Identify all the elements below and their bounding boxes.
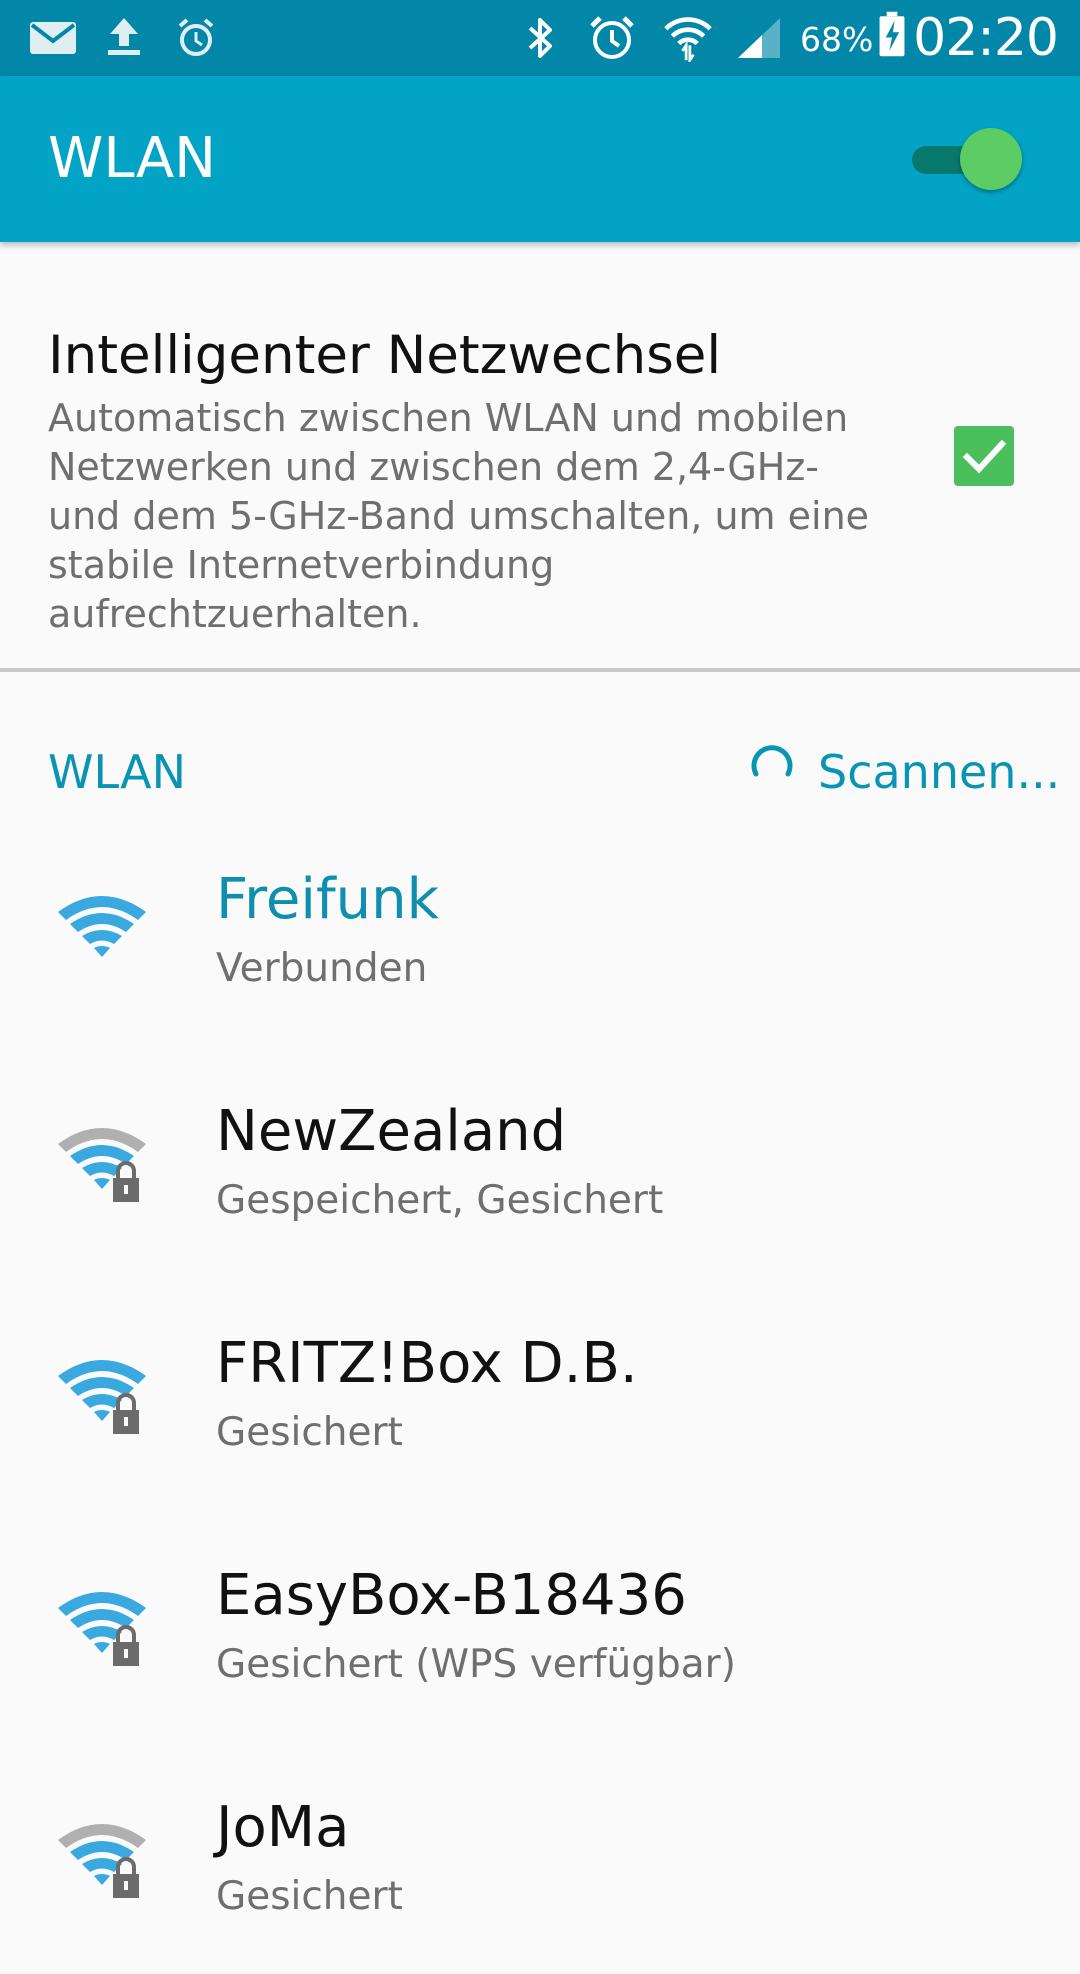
switch-thumb [960, 128, 1022, 190]
network-ssid: Freifunk [216, 867, 440, 932]
network-status: Verbunden [216, 946, 428, 991]
smart-switch-description: Automatisch zwischen WLAN und mobilen Ne… [48, 396, 870, 636]
wifi-locked-icon [58, 1360, 146, 1434]
lock-icon [113, 1625, 139, 1666]
network-item[interactable]: EasyBox-B18436 Gesichert (WPS verfügbar) [0, 1510, 1080, 1742]
status-bar: 68% 02:20 [0, 0, 1080, 76]
network-status: Gesichert [216, 1874, 403, 1919]
networks-section-header: WLAN [48, 745, 187, 799]
section-divider [0, 668, 1080, 672]
mail-icon [30, 22, 76, 54]
upload-icon [108, 18, 140, 55]
wifi-locked-icon [58, 1824, 146, 1898]
network-status: Gespeichert, Gesichert [216, 1178, 664, 1223]
battery-charging-icon [879, 11, 905, 57]
network-ssid: JoMa [216, 1795, 350, 1860]
smart-switch-checkbox[interactable] [954, 426, 1014, 486]
alarm-clock-icon [178, 18, 214, 56]
network-ssid: NewZealand [216, 1099, 567, 1164]
spinner-icon [751, 745, 793, 777]
wifi-locked-icon [58, 1592, 146, 1666]
checkmark-icon [962, 439, 1007, 474]
network-item[interactable]: NewZealand Gespeichert, Gesichert [0, 1046, 1080, 1278]
action-bar: WLAN [0, 76, 1080, 242]
wifi-locked-icon [58, 1128, 146, 1202]
network-status: Gesichert (WPS verfügbar) [216, 1642, 736, 1687]
wifi-status-icon [664, 17, 712, 62]
bluetooth-icon [528, 18, 552, 58]
smart-switch-title: Intelligenter Netzwechsel [48, 325, 722, 386]
smart-network-switch-setting[interactable]: Intelligenter Netzwechsel Automatisch zw… [0, 242, 1080, 668]
lock-icon [113, 1857, 139, 1898]
status-time: 02:20 [913, 8, 1059, 68]
scan-label: Scannen... [818, 745, 1061, 799]
alarm-icon [590, 16, 634, 59]
wlan-toggle-switch[interactable] [908, 124, 1026, 194]
network-item[interactable]: Freifunk Verbunden [0, 814, 1080, 1046]
page-title: WLAN [48, 126, 217, 191]
wifi-icon [58, 896, 146, 957]
network-item[interactable]: JoMa Gesichert [0, 1742, 1080, 1974]
network-ssid: FRITZ!Box D.B. [216, 1331, 638, 1396]
network-status: Gesichert [216, 1410, 403, 1455]
network-item[interactable]: FRITZ!Box D.B. Gesichert [0, 1278, 1080, 1510]
lock-icon [113, 1393, 139, 1434]
battery-percent: 68% [800, 20, 874, 59]
lock-icon [113, 1161, 139, 1202]
network-ssid: EasyBox-B18436 [216, 1563, 687, 1628]
cell-signal-icon [738, 18, 780, 58]
